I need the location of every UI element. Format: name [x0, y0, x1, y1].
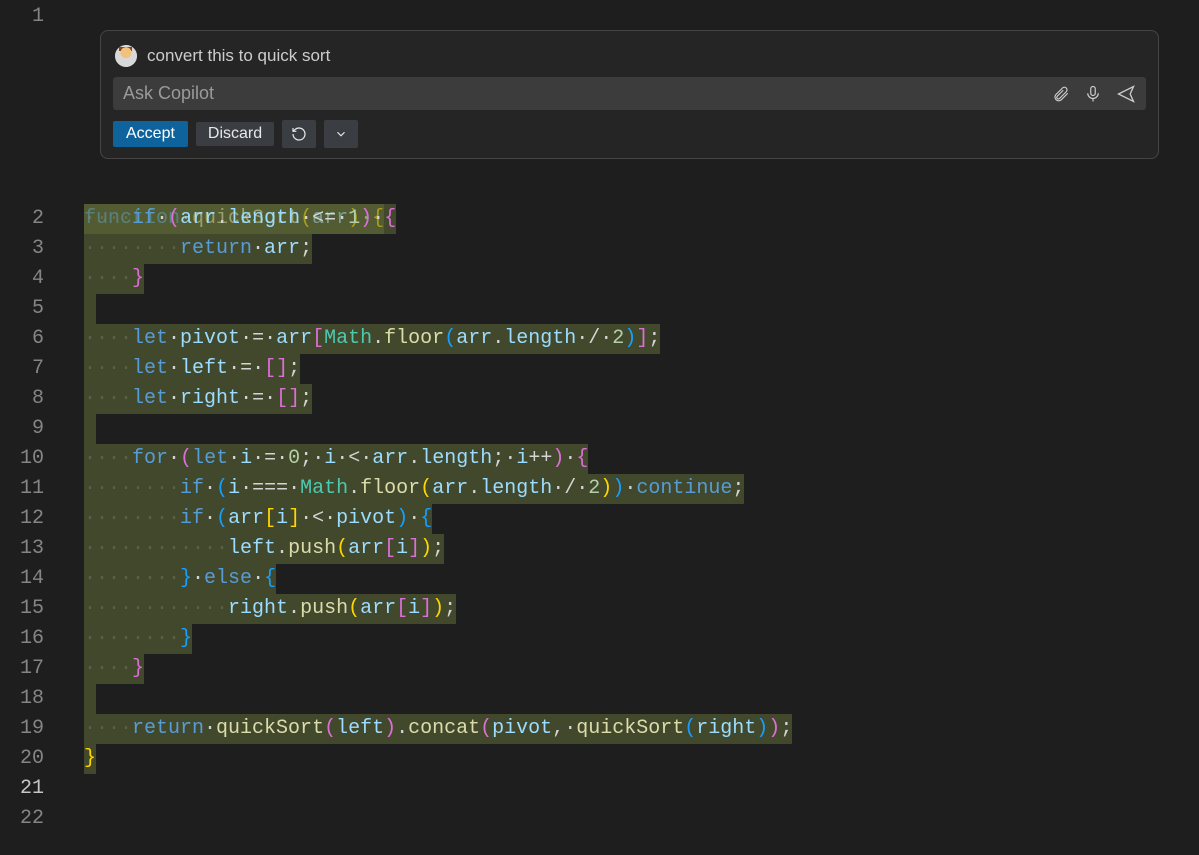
line-number: 4 — [0, 264, 44, 294]
code-line[interactable]: ····if·(arr.length·<=·1)·{ — [72, 204, 1199, 234]
code-line[interactable]: ····let·right·=·[]; — [72, 384, 1199, 414]
code-line[interactable]: ········if·(i·===·Math.floor(arr.length·… — [72, 474, 1199, 504]
line-number: 10 — [0, 444, 44, 474]
user-avatar — [115, 45, 137, 67]
code-line[interactable]: } — [72, 744, 1199, 774]
code-line[interactable]: ············right.push(arr[i]); — [72, 594, 1199, 624]
code-line[interactable] — [72, 414, 1199, 444]
code-line[interactable]: ············left.push(arr[i]); — [72, 534, 1199, 564]
copilot-input[interactable] — [123, 83, 1038, 104]
code-line[interactable] — [72, 294, 1199, 324]
line-number: 2 — [0, 204, 44, 234]
action-row: Accept Discard — [113, 110, 1146, 148]
line-number: 12 — [0, 504, 44, 534]
more-options-button[interactable] — [324, 120, 358, 148]
line-number: 5 — [0, 294, 44, 324]
line-number: 1 — [0, 2, 44, 32]
widget-title: convert this to quick sort — [147, 46, 330, 66]
line-number: 8 — [0, 384, 44, 414]
code-line[interactable]: ····let·left·=·[]; — [72, 354, 1199, 384]
accept-button[interactable]: Accept — [113, 121, 188, 147]
mic-icon[interactable] — [1084, 84, 1102, 104]
code-line[interactable]: ········} — [72, 624, 1199, 654]
line-number: 6 — [0, 324, 44, 354]
code-editor: 12345678910111213141516171819202122 func… — [0, 0, 1199, 855]
ask-row — [113, 77, 1146, 110]
line-number: 18 — [0, 684, 44, 714]
widget-header: convert this to quick sort — [113, 41, 1146, 77]
line-number-gutter: 12345678910111213141516171819202122 — [0, 0, 72, 855]
line-number: 14 — [0, 564, 44, 594]
code-line[interactable]: ····} — [72, 264, 1199, 294]
line-number: 22 — [0, 804, 44, 834]
line-number: 7 — [0, 354, 44, 384]
code-line[interactable]: ········if·(arr[i]·<·pivot)·{ — [72, 504, 1199, 534]
line-number: 16 — [0, 624, 44, 654]
line-number: 21 — [0, 774, 44, 804]
code-area[interactable]: function·quickSort(arr)·{····if·(arr.len… — [72, 0, 1199, 855]
code-line[interactable]: ····return·quickSort(left).concat(pivot,… — [72, 714, 1199, 744]
line-number: 13 — [0, 534, 44, 564]
discard-button[interactable]: Discard — [196, 122, 274, 146]
line-number: 11 — [0, 474, 44, 504]
code-line[interactable]: ····} — [72, 654, 1199, 684]
code-line[interactable] — [72, 684, 1199, 714]
copilot-inline-widget: convert this to quick sort Accept Discar… — [100, 30, 1159, 159]
attach-icon[interactable] — [1052, 84, 1070, 104]
line-number: 19 — [0, 714, 44, 744]
send-icon[interactable] — [1116, 84, 1136, 104]
line-number: 3 — [0, 234, 44, 264]
regenerate-button[interactable] — [282, 120, 316, 148]
line-number: 15 — [0, 594, 44, 624]
code-line[interactable]: ····for·(let·i·=·0;·i·<·arr.length;·i++)… — [72, 444, 1199, 474]
line-number: 20 — [0, 744, 44, 774]
code-line[interactable]: ········}·else·{ — [72, 564, 1199, 594]
code-line[interactable]: ········return·arr; — [72, 234, 1199, 264]
code-line[interactable]: ····let·pivot·=·arr[Math.floor(arr.lengt… — [72, 324, 1199, 354]
line-number: 17 — [0, 654, 44, 684]
line-number: 9 — [0, 414, 44, 444]
